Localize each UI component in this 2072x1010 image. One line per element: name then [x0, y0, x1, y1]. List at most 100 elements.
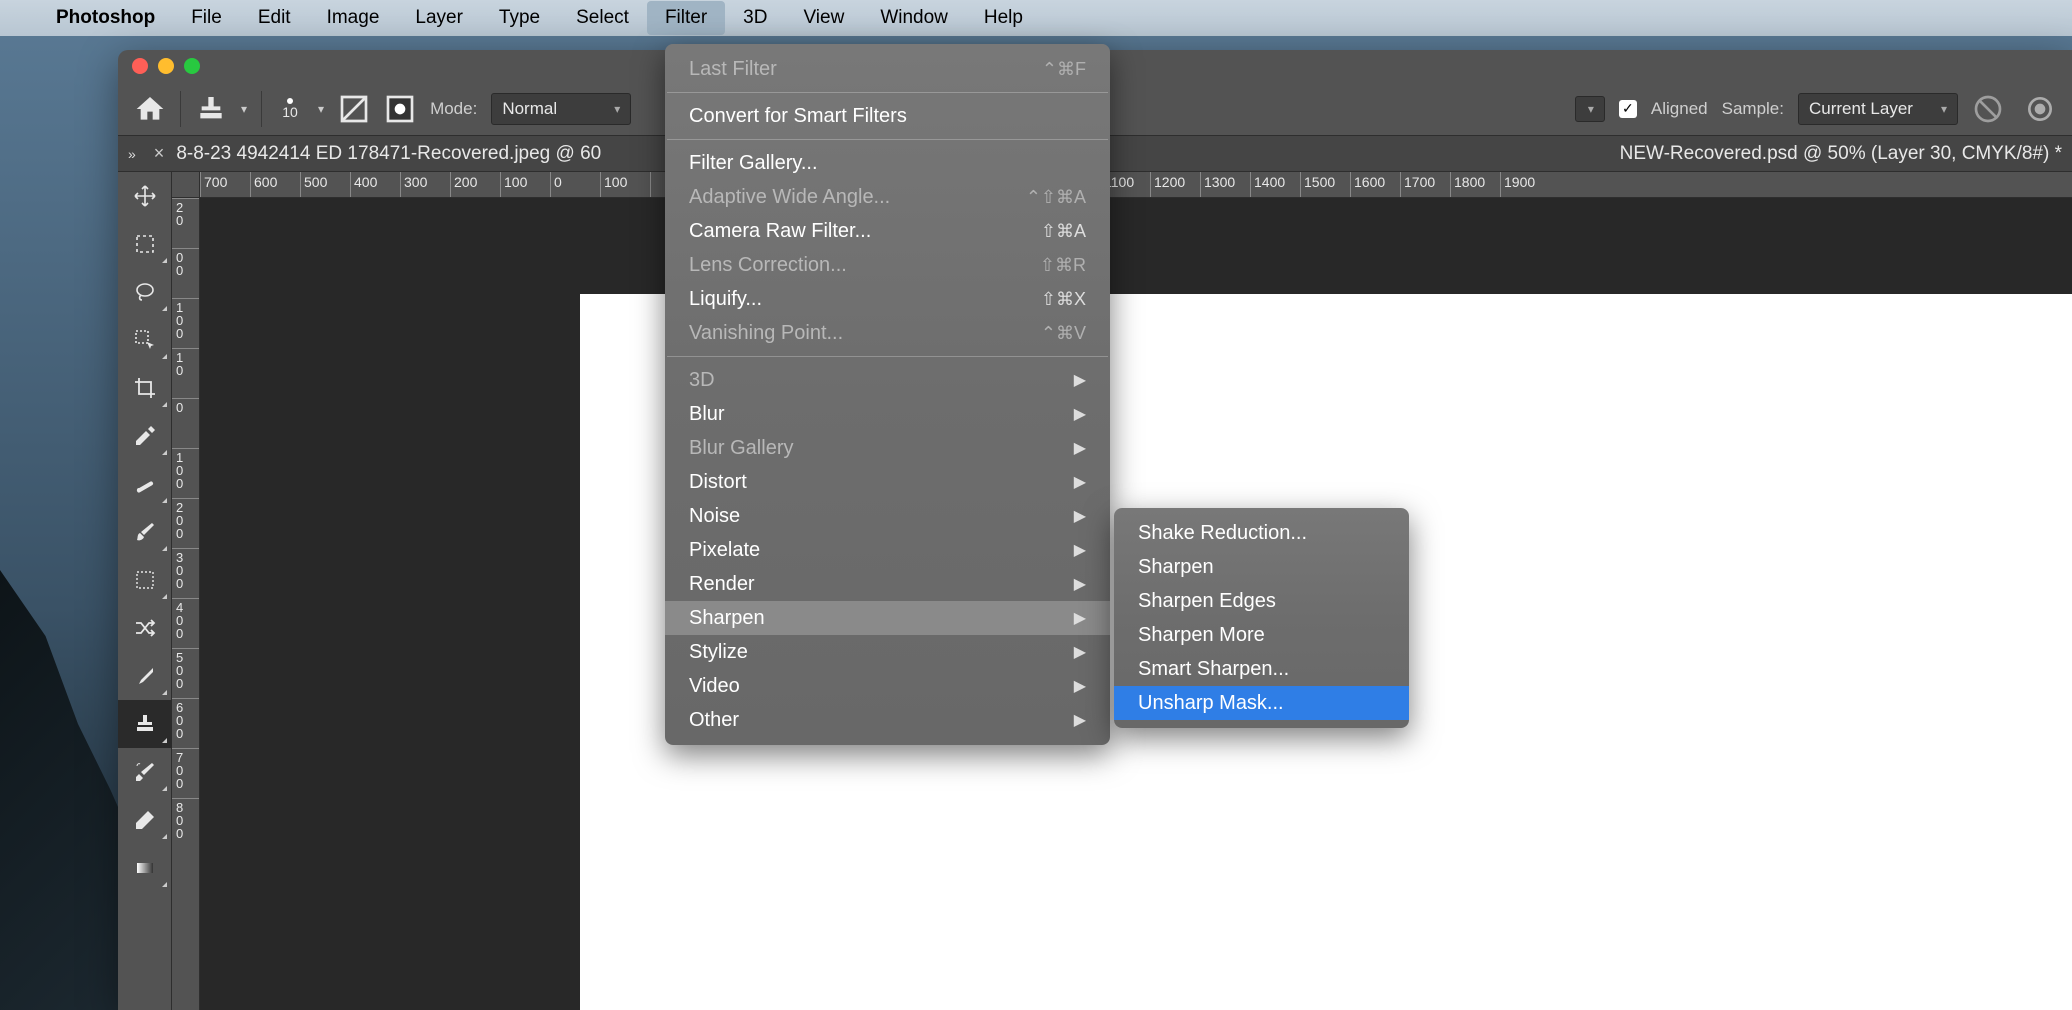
sample-dropdown[interactable]: Current Layer ▾ [1798, 93, 1958, 125]
document-tab-1[interactable]: 8-8-23 4942414 ED 178471-Recovered.jpeg … [176, 143, 601, 165]
menu-edit[interactable]: Edit [240, 1, 309, 35]
menu-app[interactable]: Photoshop [38, 1, 173, 35]
submenu-arrow-icon: ▶ [1074, 574, 1086, 594]
lasso-tool[interactable] [118, 268, 172, 316]
submenu-item-smart-sharpen[interactable]: Smart Sharpen... [1114, 652, 1409, 686]
menu-help[interactable]: Help [966, 1, 1041, 35]
move-tool[interactable] [118, 172, 172, 220]
ruler-origin[interactable] [172, 172, 200, 198]
ruler-tick: 1700 [1404, 174, 1435, 190]
window-minimize-button[interactable] [158, 58, 174, 74]
tab-overflow-icon[interactable]: » [128, 146, 136, 162]
menu-item-distort[interactable]: Distort▶ [665, 465, 1110, 499]
gradient-tool[interactable] [118, 844, 172, 892]
chevron-down-icon: ▾ [1588, 102, 1594, 116]
menu-separator [667, 356, 1108, 357]
ruler-tick: 1200 [1154, 174, 1185, 190]
brush-tool[interactable] [118, 508, 172, 556]
brush-settings-icon[interactable] [338, 93, 370, 125]
menu-item-3d[interactable]: 3D▶ [665, 363, 1110, 397]
submenu-item-sharpen-edges[interactable]: Sharpen Edges [1114, 584, 1409, 618]
ruler-tick: 400 [354, 174, 377, 190]
submenu-item-shake-reduction[interactable]: Shake Reduction... [1114, 516, 1409, 550]
menu-item-video[interactable]: Video▶ [665, 669, 1110, 703]
pressure-icon[interactable] [2024, 93, 2056, 125]
window-maximize-button[interactable] [184, 58, 200, 74]
sample-value: Current Layer [1809, 99, 1913, 119]
ruler-tick: 700 [204, 174, 227, 190]
menu-item-blur[interactable]: Blur▶ [665, 397, 1110, 431]
ruler-tick: 20 [172, 198, 199, 248]
mode-value: Normal [502, 99, 557, 119]
menu-item-stylize[interactable]: Stylize▶ [665, 635, 1110, 669]
menu-item-camera-raw[interactable]: Camera Raw Filter... ⇧⌘A [665, 214, 1110, 248]
menu-item-noise[interactable]: Noise▶ [665, 499, 1110, 533]
dropdown-chevron-icon[interactable]: ▾ [318, 102, 324, 116]
menu-layer[interactable]: Layer [397, 1, 481, 35]
ruler-tick: 500 [304, 174, 327, 190]
menu-item-pixelate[interactable]: Pixelate▶ [665, 533, 1110, 567]
ruler-tick: 300 [404, 174, 427, 190]
menu-file[interactable]: File [173, 1, 240, 35]
horizontal-ruler[interactable]: 700 600 500 400 300 200 100 0 100 1100 [200, 172, 2072, 198]
menu-item-convert-smart[interactable]: Convert for Smart Filters [665, 99, 1110, 133]
ruler-tick: 0 [554, 174, 562, 190]
marquee-tool[interactable] [118, 220, 172, 268]
menu-item-liquify[interactable]: Liquify... ⇧⌘X [665, 282, 1110, 316]
clone-stamp-tool[interactable] [118, 700, 172, 748]
menu-select[interactable]: Select [558, 1, 647, 35]
sharpen-submenu: Shake Reduction... Sharpen Sharpen Edges… [1114, 508, 1409, 728]
quick-select-tool[interactable] [118, 316, 172, 364]
submenu-item-sharpen[interactable]: Sharpen [1114, 550, 1409, 584]
menu-item-lens-correction[interactable]: Lens Correction... ⇧⌘R [665, 248, 1110, 282]
history-brush-tool[interactable] [118, 748, 172, 796]
eyedropper-tool[interactable] [118, 412, 172, 460]
crop-tool[interactable] [118, 364, 172, 412]
desktop-wallpaper [0, 570, 130, 1010]
ruler-tick: 700 [172, 748, 199, 798]
document-tab-2[interactable]: NEW-Recovered.psd @ 50% (Layer 30, CMYK/… [1620, 143, 2062, 165]
eraser-tool[interactable] [118, 796, 172, 844]
menu-item-vanishing-point[interactable]: Vanishing Point... ⌃⌘V [665, 316, 1110, 350]
vertical-ruler[interactable]: 2000100100100200300400500600700800 [172, 198, 200, 1010]
submenu-arrow-icon: ▶ [1074, 506, 1086, 526]
paint-tool[interactable] [118, 652, 172, 700]
window-close-button[interactable] [132, 58, 148, 74]
frame-tool[interactable] [118, 556, 172, 604]
unknown-dropdown[interactable]: ▾ [1575, 96, 1605, 122]
dropdown-chevron-icon[interactable]: ▾ [241, 102, 247, 116]
menu-filter[interactable]: Filter [647, 1, 725, 35]
ruler-tick: 600 [172, 698, 199, 748]
ignore-adjustment-icon[interactable] [1972, 93, 2004, 125]
menu-window[interactable]: Window [862, 1, 966, 35]
aligned-checkbox[interactable]: ✓ [1619, 100, 1637, 118]
menu-image[interactable]: Image [309, 1, 398, 35]
menu-item-render[interactable]: Render▶ [665, 567, 1110, 601]
ruler-tick: 200 [454, 174, 477, 190]
menu-item-blur-gallery[interactable]: Blur Gallery▶ [665, 431, 1110, 465]
mode-dropdown[interactable]: Normal ▾ [491, 93, 631, 125]
submenu-item-unsharp-mask[interactable]: Unsharp Mask... [1114, 686, 1409, 720]
shuffle-tool[interactable] [118, 604, 172, 652]
filter-menu-dropdown: Last Filter ⌃⌘F Convert for Smart Filter… [665, 44, 1110, 745]
menu-item-sharpen[interactable]: Sharpen▶ [665, 601, 1110, 635]
menu-item-adaptive-wide[interactable]: Adaptive Wide Angle... ⌃⇧⌘A [665, 180, 1110, 214]
brush-panel-icon[interactable] [384, 93, 416, 125]
menu-3d[interactable]: 3D [725, 1, 785, 35]
ruler-tick: 300 [172, 548, 199, 598]
submenu-arrow-icon: ▶ [1074, 370, 1086, 390]
menu-item-filter-gallery[interactable]: Filter Gallery... [665, 146, 1110, 180]
aligned-label: Aligned [1651, 99, 1708, 119]
chevron-down-icon: ▾ [614, 102, 620, 116]
brush-size-value: 10 [276, 104, 304, 120]
menu-item-last-filter[interactable]: Last Filter ⌃⌘F [665, 52, 1110, 86]
home-icon[interactable] [134, 93, 166, 125]
stamp-tool-icon[interactable] [195, 93, 227, 125]
healing-brush-tool[interactable] [118, 460, 172, 508]
menu-separator [667, 92, 1108, 93]
submenu-item-sharpen-more[interactable]: Sharpen More [1114, 618, 1409, 652]
menu-type[interactable]: Type [481, 1, 558, 35]
menu-item-other[interactable]: Other▶ [665, 703, 1110, 737]
tab-close-icon[interactable]: × [154, 143, 165, 164]
menu-view[interactable]: View [785, 1, 862, 35]
